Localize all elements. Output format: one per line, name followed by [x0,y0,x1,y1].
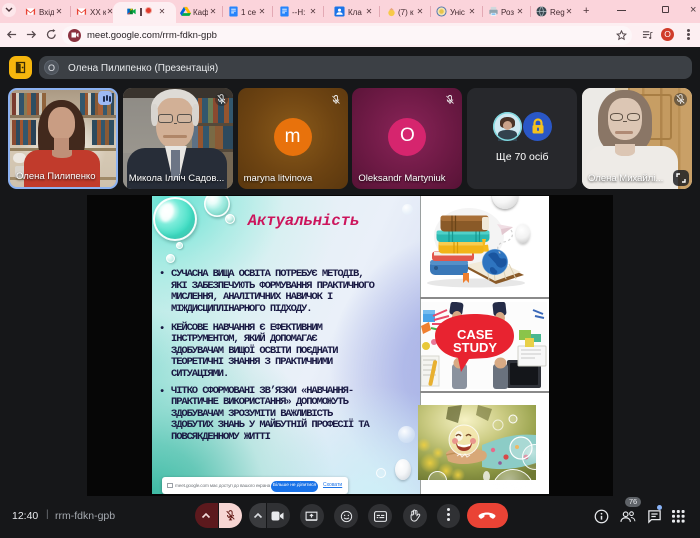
svg-text:STUDY: STUDY [453,340,497,355]
